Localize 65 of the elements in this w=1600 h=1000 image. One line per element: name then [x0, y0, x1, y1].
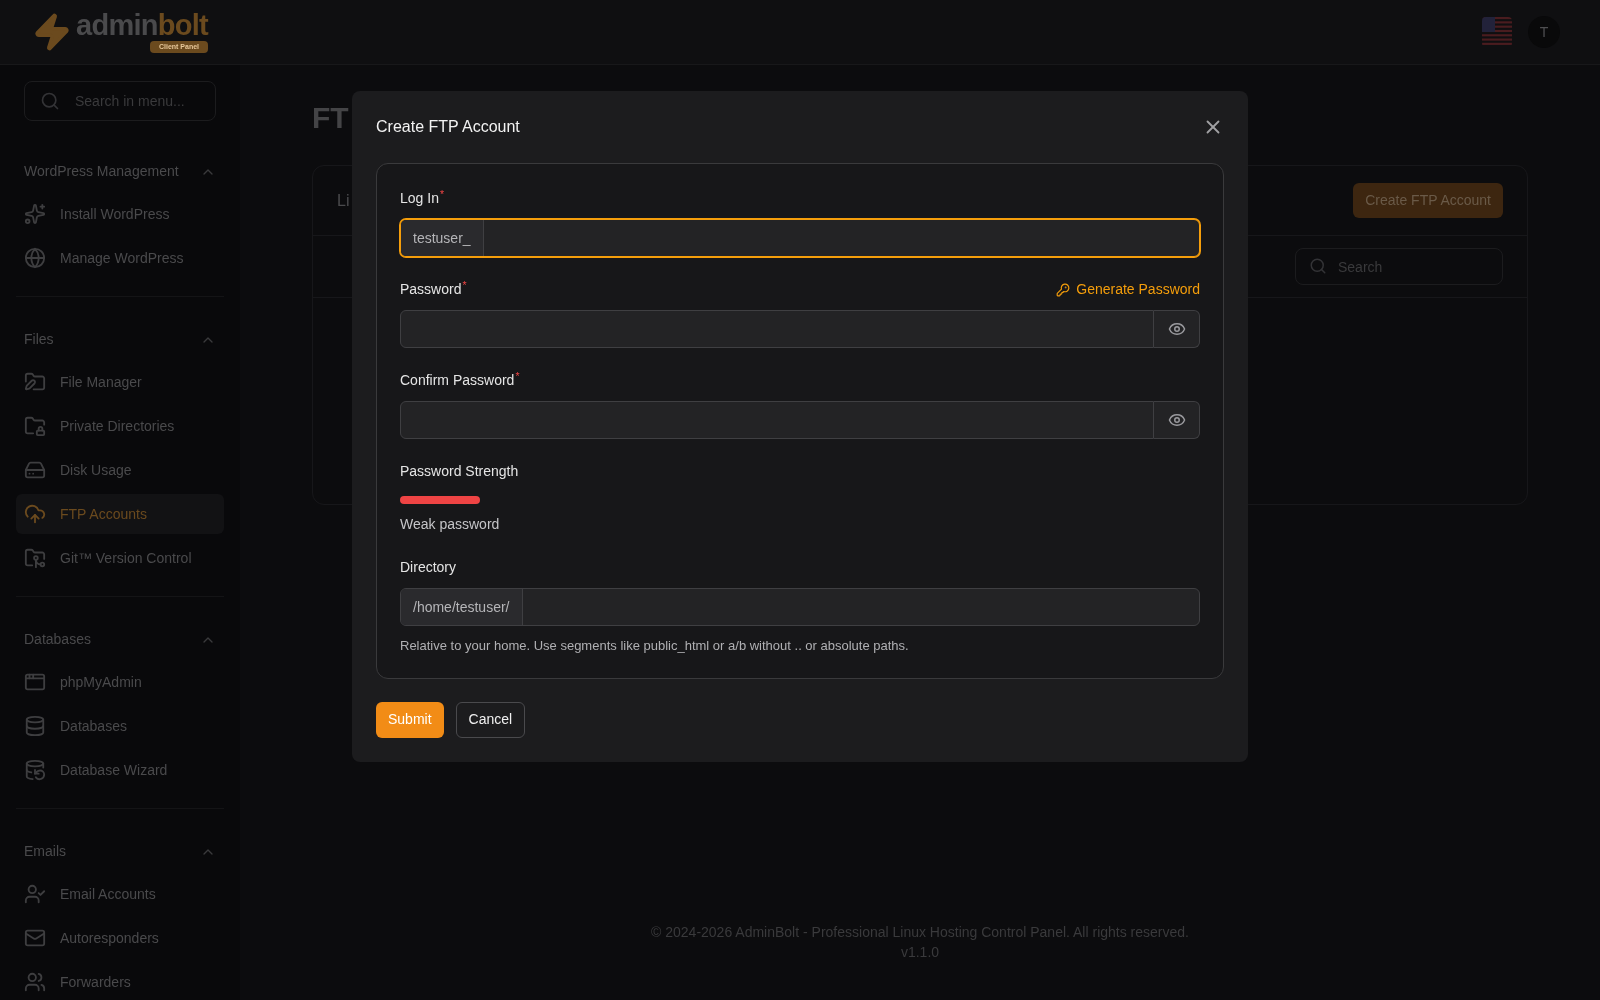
sidebar-item[interactable]: Disk Usage	[16, 450, 224, 490]
menu-icon	[24, 671, 46, 693]
strength-text: Weak password	[400, 515, 501, 534]
search-icon	[40, 91, 60, 111]
sidebar-item[interactable]: Private Directories	[16, 406, 224, 446]
key-icon	[1056, 282, 1071, 297]
menu-icon	[24, 883, 46, 905]
menu-icon	[24, 759, 46, 781]
sidebar-item[interactable]: Forwarders	[16, 962, 224, 1000]
field-label: Directory	[400, 558, 457, 577]
logo-text: admin	[76, 8, 158, 41]
menu-icon	[24, 371, 46, 393]
cancel-button[interactable]: Cancel	[455, 701, 526, 738]
card-tab[interactable]: Li	[337, 188, 350, 213]
avatar[interactable]: T	[1528, 16, 1560, 48]
menu-icon	[24, 415, 46, 437]
field-label: Password$^{*}$	[400, 279, 467, 299]
bolt-icon	[32, 12, 72, 52]
input-prefix: /home/testuser/	[401, 589, 523, 625]
logo-text: bolt	[157, 8, 209, 41]
sidebar-item[interactable]: Email Accounts	[16, 874, 224, 914]
dialog-title: Create FTP Account	[376, 117, 520, 137]
field-label: Confirm Password$^{*}$	[400, 370, 520, 390]
required-mark: *	[439, 187, 445, 200]
submit-button[interactable]: Submit	[376, 701, 444, 738]
help-text: Relative to your home. Use segments like public_html or a/b without .. or absolute paths.	[400, 637, 910, 655]
create-account-button[interactable]: Create FTP Account	[1353, 183, 1503, 218]
field-label: Password Strength	[400, 462, 520, 481]
menu-icon	[24, 927, 46, 949]
required-mark: *	[462, 278, 467, 291]
section-title: WordPress Management	[24, 162, 179, 181]
menu-icon	[24, 547, 46, 569]
sidebar-item[interactable]: Git™ Version Control	[16, 538, 224, 578]
section-title: Databases	[24, 630, 91, 649]
show-password-button[interactable]	[1154, 310, 1200, 348]
eye-icon	[1167, 320, 1186, 338]
input-field[interactable]: /home/testuser/	[400, 588, 1200, 626]
sidebar-item[interactable]: Manage WordPress	[16, 238, 224, 278]
menu-icon	[24, 715, 46, 737]
page-title: FT	[312, 100, 349, 135]
password-field[interactable]	[400, 310, 1154, 348]
show-password-button[interactable]	[1154, 401, 1200, 439]
input-prefix: testuser_	[401, 220, 484, 256]
sidebar-item[interactable]: Install WordPress	[16, 194, 224, 234]
sidebar-item[interactable]: phpMyAdmin	[16, 662, 224, 702]
section-title: Files	[24, 330, 54, 349]
required-mark: *	[515, 369, 520, 382]
menu-icon	[24, 247, 46, 269]
generate-password-link[interactable]: Generate Password	[1056, 279, 1200, 300]
sidebar-item[interactable]: Autoresponders	[16, 918, 224, 958]
flag-icon[interactable]	[1482, 17, 1512, 47]
input-field[interactable]: testuser_	[400, 219, 1200, 257]
menu-icon	[24, 203, 46, 225]
eye-icon	[1167, 411, 1186, 429]
sidebar-item[interactable]: File Manager	[16, 362, 224, 402]
search-icon	[1309, 257, 1327, 275]
menu-icon	[24, 971, 46, 993]
menu-icon	[24, 503, 46, 525]
sidebar-item[interactable]: Databases	[16, 706, 224, 746]
menu-icon	[24, 459, 46, 481]
section-title: Emails	[24, 842, 66, 861]
sidebar-item[interactable]: FTP Accounts	[16, 494, 224, 534]
sidebar-item[interactable]: Database Wizard	[16, 750, 224, 790]
password-field[interactable]	[400, 401, 1154, 439]
field-label: Log In$^{*}$	[400, 188, 446, 208]
